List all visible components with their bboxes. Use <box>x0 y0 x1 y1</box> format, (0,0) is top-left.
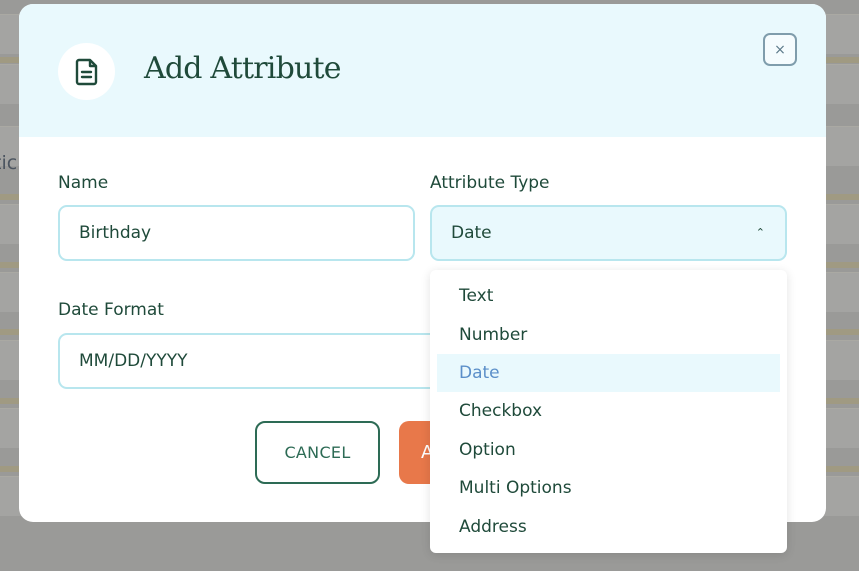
dropdown-option-text[interactable]: Text <box>437 277 780 315</box>
date-format-value: MM/DD/YYYY <box>79 351 188 371</box>
modal-header: Add Attribute × <box>19 4 826 137</box>
dropdown-option-number[interactable]: Number <box>437 315 780 353</box>
close-icon: × <box>774 41 786 58</box>
name-input-value: Birthday <box>79 223 152 243</box>
attribute-type-select[interactable]: Date ⌃ <box>430 205 787 261</box>
dropdown-option-checkbox[interactable]: Checkbox <box>437 392 780 430</box>
name-label: Name <box>58 173 109 193</box>
date-format-label: Date Format <box>58 300 164 320</box>
dropdown-option-address[interactable]: Address <box>437 507 780 545</box>
document-icon <box>58 43 115 100</box>
chevron-up-icon: ⌃ <box>755 226 765 239</box>
dropdown-option-option[interactable]: Option <box>437 431 780 469</box>
background-partial-text: tic <box>0 152 18 174</box>
attribute-type-value: Date <box>451 223 492 243</box>
name-input[interactable]: Birthday <box>58 205 415 261</box>
dropdown-option-multi-options[interactable]: Multi Options <box>437 469 780 507</box>
attribute-type-dropdown: Text Number Date Checkbox Option Multi O… <box>430 270 787 553</box>
close-button[interactable]: × <box>763 33 797 66</box>
modal-title: Add Attribute <box>144 51 342 86</box>
cancel-button[interactable]: CANCEL <box>255 421 380 484</box>
attribute-type-label: Attribute Type <box>430 173 550 193</box>
dropdown-option-date[interactable]: Date <box>437 353 780 393</box>
date-format-input[interactable]: MM/DD/YYYY <box>58 333 478 389</box>
